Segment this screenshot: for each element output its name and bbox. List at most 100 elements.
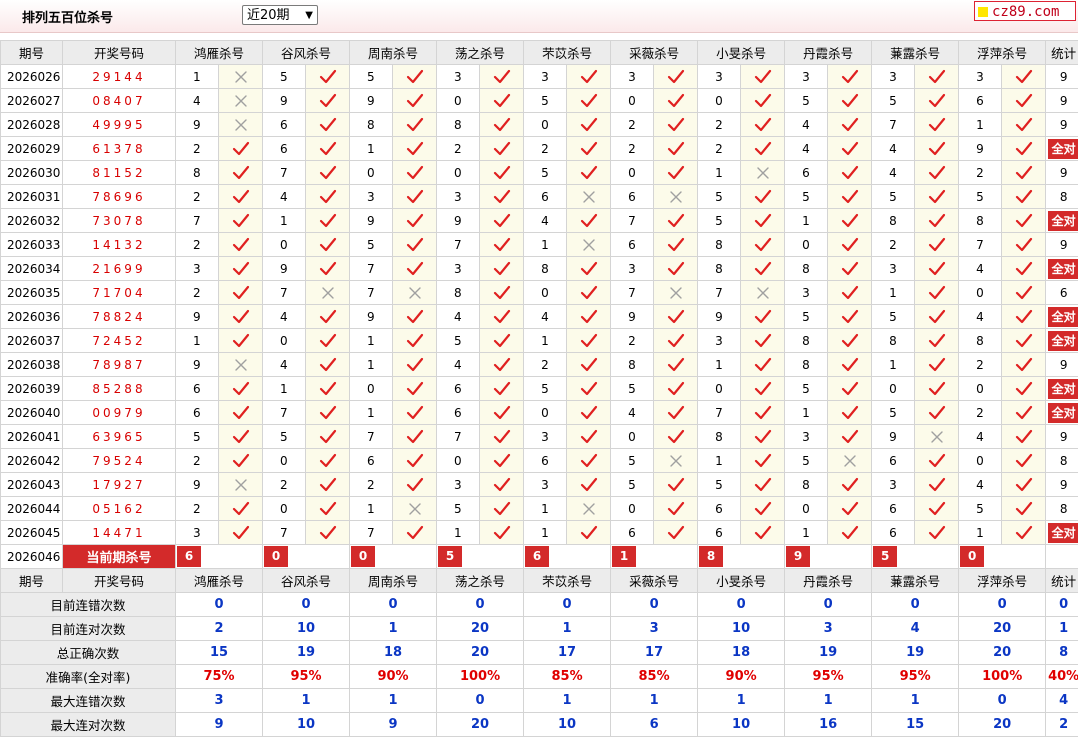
check-icon <box>841 429 859 445</box>
correct-mark <box>1002 257 1046 281</box>
kill-value-cell: 5 <box>350 233 393 257</box>
kill-value-cell: 4 <box>176 89 219 113</box>
kill-value-cell: 7 <box>350 425 393 449</box>
header-expert: 浮萍杀号 <box>959 41 1046 65</box>
correct-mark <box>654 113 698 137</box>
check-icon <box>754 309 772 325</box>
correct-mark <box>393 209 437 233</box>
period-cell: 2026043 <box>1 473 63 497</box>
summary-label: 最大连对次数 <box>1 713 176 737</box>
correct-mark <box>741 401 785 425</box>
current-kill-value: 5 <box>873 546 897 567</box>
check-icon <box>841 237 859 253</box>
summary-value: 0 <box>1046 593 1078 617</box>
kill-value-cell: 6 <box>350 449 393 473</box>
summary-value: 95% <box>785 665 872 689</box>
current-kill-value: 8 <box>699 546 723 567</box>
check-icon <box>493 165 511 181</box>
cross-icon <box>234 478 248 492</box>
kill-value-cell: 5 <box>698 473 741 497</box>
kill-value-cell: 2 <box>872 233 915 257</box>
summary-label: 目前连错次数 <box>1 593 176 617</box>
check-icon <box>493 237 511 253</box>
kill-value-cell: 5 <box>350 65 393 89</box>
summary-label: 总正确次数 <box>1 641 176 665</box>
check-icon <box>841 477 859 493</box>
wrong-mark <box>567 497 611 521</box>
kill-value-cell: 4 <box>263 185 306 209</box>
kill-value-cell: 2 <box>350 473 393 497</box>
correct-mark <box>828 233 872 257</box>
kill-value-cell: 4 <box>437 305 480 329</box>
current-kill-value: 0 <box>351 546 375 567</box>
cross-icon <box>843 454 857 468</box>
check-icon <box>406 189 424 205</box>
stat-cell: 全对 <box>1046 521 1078 545</box>
correct-mark <box>1002 425 1046 449</box>
wrong-mark <box>393 497 437 521</box>
kill-value-cell: 0 <box>524 401 567 425</box>
check-icon <box>667 501 685 517</box>
check-icon <box>319 213 337 229</box>
correct-mark <box>741 185 785 209</box>
kill-value-cell: 0 <box>437 161 480 185</box>
check-icon <box>1015 93 1033 109</box>
summary-value: 1 <box>524 617 611 641</box>
kill-value-cell: 4 <box>524 209 567 233</box>
summary-row: 最大连对次数910920106101615202 <box>1 713 1078 737</box>
check-icon <box>1015 117 1033 133</box>
correct-mark <box>741 305 785 329</box>
check-icon <box>580 525 598 541</box>
correct-mark <box>915 521 959 545</box>
check-icon <box>232 525 250 541</box>
summary-value: 2 <box>1046 713 1078 737</box>
kill-value-cell: 5 <box>611 473 654 497</box>
kill-value-cell: 2 <box>176 449 219 473</box>
check-icon <box>1015 285 1033 301</box>
header-draw: 开奖号码 <box>63 41 176 65</box>
current-kill-cell: 6 <box>524 545 611 569</box>
check-icon <box>928 477 946 493</box>
kill-value-cell: 0 <box>437 449 480 473</box>
correct-mark <box>219 449 263 473</box>
kill-value-cell: 8 <box>698 425 741 449</box>
site-logo[interactable]: cz89.com <box>974 1 1076 21</box>
check-icon <box>319 69 337 85</box>
correct-mark <box>741 425 785 449</box>
current-kill-cell: 6 <box>176 545 263 569</box>
check-icon <box>493 501 511 517</box>
stat-cell: 9 <box>1046 65 1078 89</box>
check-icon <box>406 213 424 229</box>
check-icon <box>667 69 685 85</box>
correct-mark <box>741 137 785 161</box>
check-icon <box>928 141 946 157</box>
check-icon <box>232 141 250 157</box>
summary-value: 0 <box>785 593 872 617</box>
kill-value-cell: 1 <box>524 329 567 353</box>
correct-mark <box>306 521 350 545</box>
correct-mark <box>915 89 959 113</box>
correct-mark <box>654 401 698 425</box>
kill-value-cell: 5 <box>785 377 828 401</box>
kill-value-cell: 4 <box>524 305 567 329</box>
correct-mark <box>306 65 350 89</box>
check-icon <box>1015 405 1033 421</box>
check-icon <box>493 117 511 133</box>
kill-value-cell: 0 <box>611 425 654 449</box>
correct-mark <box>1002 233 1046 257</box>
correct-mark <box>1002 281 1046 305</box>
kill-value-cell: 9 <box>176 305 219 329</box>
correct-mark <box>741 113 785 137</box>
kill-value-cell: 2 <box>176 185 219 209</box>
correct-mark <box>915 161 959 185</box>
cross-icon <box>930 430 944 444</box>
kill-value-cell: 9 <box>959 137 1002 161</box>
correct-mark <box>480 65 524 89</box>
stat-cell: 9 <box>1046 473 1078 497</box>
period-range-select[interactable]: 近20期 ▼ <box>242 5 318 25</box>
summary-label: 准确率(全对率) <box>1 665 176 689</box>
correct-mark <box>1002 65 1046 89</box>
table-row: 2026037724521015123888全对 <box>1 329 1078 353</box>
check-icon <box>319 237 337 253</box>
correct-mark <box>828 161 872 185</box>
